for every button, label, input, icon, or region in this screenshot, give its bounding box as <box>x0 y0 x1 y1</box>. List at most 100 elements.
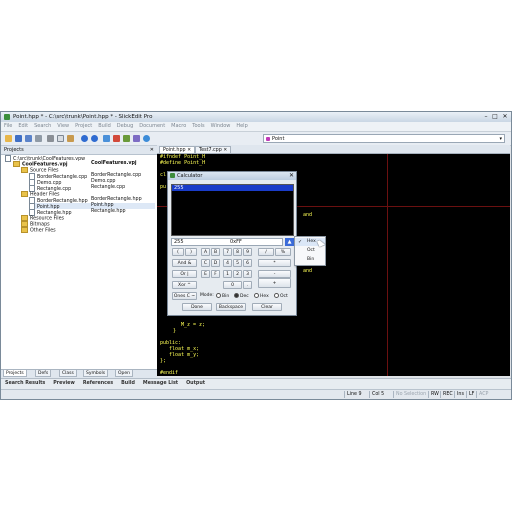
tab-build[interactable]: Build <box>117 379 139 389</box>
tab-search-results[interactable]: Search Results <box>1 379 49 389</box>
tab-references[interactable]: References <box>79 379 117 389</box>
key-percent[interactable]: % <box>275 248 291 256</box>
key-a[interactable]: A <box>201 248 210 256</box>
tab-defs[interactable]: Defs <box>35 370 52 377</box>
tools-icon[interactable] <box>133 135 140 142</box>
radio-oct[interactable] <box>274 293 279 298</box>
menu-view[interactable]: View <box>54 122 72 131</box>
key-open-paren[interactable]: ( <box>172 248 184 256</box>
symbol-combo[interactable]: Point ▾ <box>263 134 505 143</box>
key-1[interactable]: 1 <box>223 270 232 278</box>
radio-dec[interactable] <box>234 293 239 298</box>
document-tabs: Point.hpp ✕ Test7.cpp ✕ <box>157 145 510 154</box>
key-e[interactable]: E <box>201 270 210 278</box>
menu-project[interactable]: Project <box>72 122 95 131</box>
close-icon[interactable]: ✕ <box>289 172 294 180</box>
redo-icon[interactable] <box>91 135 98 142</box>
tab-test7-cpp[interactable]: Test7.cpp ✕ <box>195 146 232 153</box>
status-rec: REC <box>440 391 454 398</box>
print-icon[interactable] <box>35 135 42 142</box>
backspace-button[interactable]: Backspace <box>216 303 246 311</box>
copy-icon[interactable] <box>57 135 64 142</box>
menu-help[interactable]: Help <box>233 122 250 131</box>
key-c[interactable]: C <box>201 259 210 267</box>
save-icon[interactable] <box>15 135 22 142</box>
tab-point-hpp[interactable]: Point.hpp ✕ <box>159 146 196 153</box>
radio-bin[interactable] <box>216 293 221 298</box>
menu-macro[interactable]: Macro <box>168 122 189 131</box>
tab-projects[interactable]: Projects <box>3 370 27 377</box>
tab-symbols[interactable]: Symbols <box>83 370 109 377</box>
menu-search[interactable]: Search <box>31 122 54 131</box>
key-2[interactable]: 2 <box>233 270 242 278</box>
calculator-input-row: 255 0xFF ▲ <box>171 238 294 246</box>
code-line: M_z = z; <box>181 322 206 328</box>
key-0[interactable]: 0 <box>223 281 242 289</box>
title-bar: Point.hpp * - C:\src\trunk\Point.hpp * -… <box>1 112 511 122</box>
key-ones-complement[interactable]: Ones C ~ <box>172 292 197 300</box>
radio-hex[interactable] <box>254 293 259 298</box>
key-4[interactable]: 4 <box>223 259 232 267</box>
calculator-title-bar: Calculator ✕ <box>168 172 296 180</box>
maximize-button[interactable]: □ <box>491 113 499 120</box>
minimize-button[interactable]: – <box>482 113 490 120</box>
mode-bin[interactable]: Bin <box>216 293 229 300</box>
key-f[interactable]: F <box>211 270 220 278</box>
key-divide[interactable]: / <box>258 248 274 256</box>
key-dot[interactable]: . <box>243 281 252 289</box>
key-8[interactable]: 8 <box>233 248 242 256</box>
key-multiply[interactable]: * <box>258 259 291 267</box>
close-icon[interactable]: ✕ <box>223 148 227 153</box>
key-xor[interactable]: Xor ^ <box>172 281 197 289</box>
menu-item-bin[interactable]: Bin <box>295 256 325 264</box>
key-6[interactable]: 6 <box>243 259 252 267</box>
close-icon[interactable]: ✕ <box>187 148 191 153</box>
menu-debug[interactable]: Debug <box>114 122 136 131</box>
key-d[interactable]: D <box>211 259 220 267</box>
key-or[interactable]: Or | <box>172 270 197 278</box>
menu-file[interactable]: File <box>1 122 15 131</box>
find-icon[interactable] <box>103 135 110 142</box>
key-close-paren[interactable]: ) <box>185 248 197 256</box>
calculator-input[interactable]: 255 0xFF <box>171 238 283 246</box>
key-3[interactable]: 3 <box>243 270 252 278</box>
key-b[interactable]: B <box>211 248 220 256</box>
mode-hex[interactable]: Hex <box>254 293 269 300</box>
tab-preview[interactable]: Preview <box>49 379 79 389</box>
menu-tools[interactable]: Tools <box>189 122 207 131</box>
key-and[interactable]: And & <box>172 259 197 267</box>
tree-folder[interactable]: Other Files <box>21 227 56 234</box>
key-minus[interactable]: - <box>258 270 291 278</box>
code-line: #define Point_H <box>160 160 206 166</box>
debug-icon[interactable] <box>123 135 130 142</box>
help-icon[interactable] <box>143 135 150 142</box>
save-all-icon[interactable] <box>25 135 32 142</box>
menu-document[interactable]: Document <box>136 122 168 131</box>
menu-item-oct[interactable]: Oct <box>295 247 325 255</box>
undo-icon[interactable] <box>81 135 88 142</box>
menu-build[interactable]: Build <box>95 122 114 131</box>
key-5[interactable]: 5 <box>233 259 242 267</box>
menu-edit[interactable]: Edit <box>15 122 31 131</box>
mode-dec[interactable]: Dec <box>234 293 249 300</box>
done-button[interactable]: Done <box>182 303 212 311</box>
open-icon[interactable] <box>5 135 12 142</box>
tab-class[interactable]: Class <box>59 370 77 377</box>
menu-window[interactable]: Window <box>208 122 234 131</box>
tab-message-list[interactable]: Message List <box>139 379 182 389</box>
clear-button[interactable]: Clear <box>252 303 282 311</box>
tab-open[interactable]: Open <box>115 370 134 377</box>
paste-icon[interactable] <box>67 135 74 142</box>
build-icon[interactable] <box>113 135 120 142</box>
key-7[interactable]: 7 <box>223 248 232 256</box>
symbol-icon <box>266 137 270 141</box>
tab-output[interactable]: Output <box>182 379 209 389</box>
base-menu-button[interactable]: ▲ <box>285 238 294 246</box>
chevron-down-icon[interactable]: ▾ <box>499 135 502 143</box>
projects-close-icon[interactable]: ✕ <box>150 146 154 154</box>
mode-oct[interactable]: Oct <box>274 293 288 300</box>
key-plus[interactable]: + <box>258 278 291 288</box>
cut-icon[interactable] <box>47 135 54 142</box>
close-button[interactable]: ✕ <box>501 113 509 120</box>
key-9[interactable]: 9 <box>243 248 252 256</box>
